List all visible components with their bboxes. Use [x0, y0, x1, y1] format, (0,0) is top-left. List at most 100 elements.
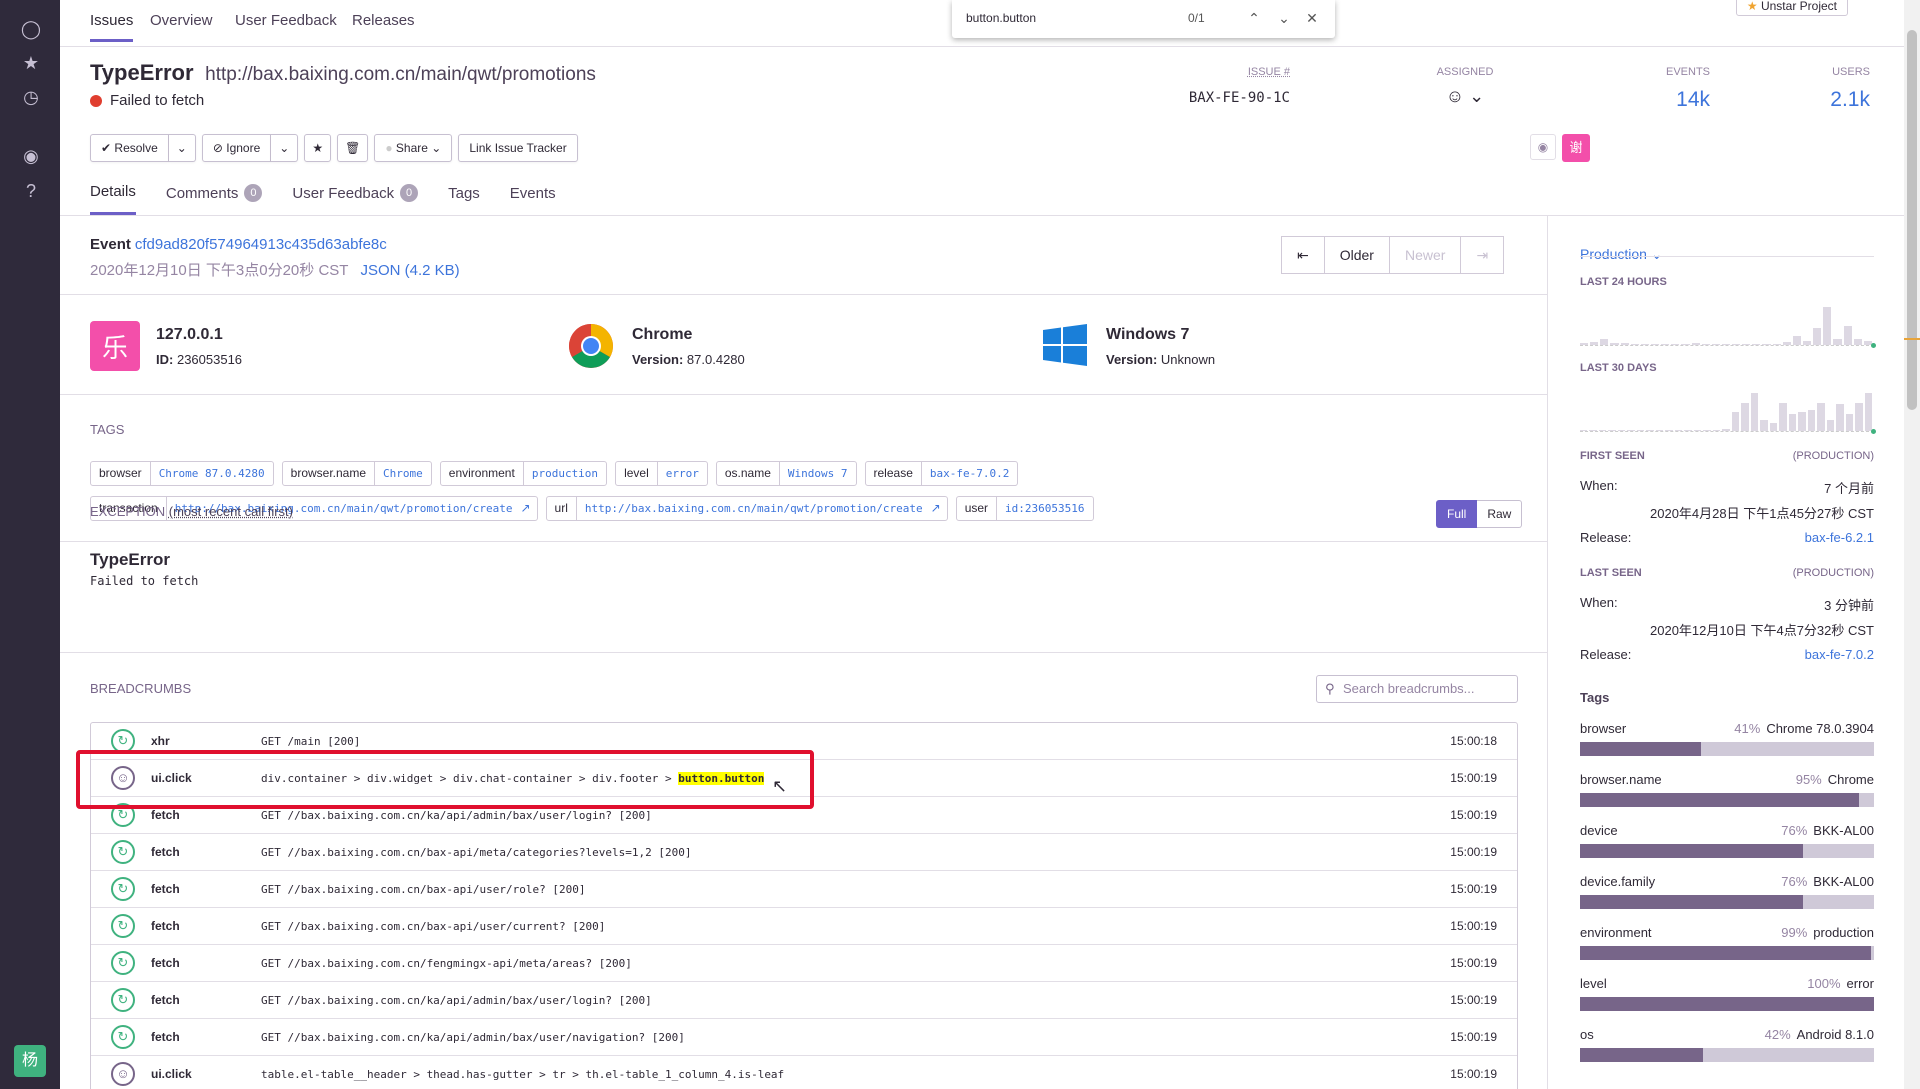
error-dot-icon — [90, 94, 102, 107]
breadcrumb-type: fetch — [151, 919, 180, 933]
tag-pill[interactable]: os.name Windows 7 — [715, 461, 857, 486]
tag-value[interactable]: Chrome — [375, 462, 431, 485]
nav-tab-overview[interactable]: Overview — [150, 12, 213, 39]
help-icon[interactable]: ? — [20, 180, 42, 202]
last-seen-release-link[interactable]: bax-fe-7.0.2 — [1805, 647, 1874, 662]
tag-distribution-item[interactable]: device.family 76% BKK-AL00 — [1580, 874, 1874, 909]
nav-tab-releases[interactable]: Releases — [352, 12, 415, 39]
resolve-dropdown-icon[interactable]: ⌄ — [168, 134, 196, 162]
tag-value[interactable]: production — [524, 462, 606, 485]
assignee-dropdown-icon[interactable]: ☺ ⌄ — [1420, 86, 1510, 107]
scrollbar-thumb[interactable] — [1907, 30, 1917, 410]
tab-user-feedback[interactable]: User Feedback 0 — [292, 183, 419, 215]
older-button[interactable]: Older — [1324, 236, 1390, 274]
external-link-icon[interactable]: ↗ — [931, 497, 947, 520]
tag-distribution-item[interactable]: environment 99% production — [1580, 925, 1874, 960]
exception-order-toggle[interactable]: (most recent call first) — [169, 504, 293, 519]
last-event-icon[interactable]: ⇥ — [1461, 236, 1505, 274]
first-seen-release-link[interactable]: bax-fe-6.2.1 — [1805, 530, 1874, 545]
tag-dist-key: level — [1580, 976, 1607, 991]
bookmark-star-icon[interactable]: ★ — [304, 134, 332, 162]
sparkline-bar — [1691, 343, 1700, 345]
watch-eye-icon[interactable]: ◉ — [1530, 134, 1556, 160]
unstar-project-button[interactable]: ★ Unstar Project — [1735, 0, 1848, 16]
tag-distribution-item[interactable]: device 76% BKK-AL00 — [1580, 823, 1874, 858]
event-json-link[interactable]: JSON (4.2 KB) — [360, 262, 459, 279]
find-input[interactable]: button.button — [966, 11, 1036, 25]
highlight-annotation-box — [76, 750, 814, 809]
os-name: Windows 7 — [1106, 325, 1190, 343]
full-button[interactable]: Full — [1436, 500, 1478, 528]
events-count[interactable]: 14k — [1600, 88, 1710, 112]
tag-pill[interactable]: user id:236053516 — [955, 496, 1094, 521]
clock-icon[interactable]: ◷ — [20, 86, 42, 108]
tab-comments[interactable]: Comments 0 — [166, 183, 263, 215]
external-link-icon[interactable]: ↗ — [520, 497, 536, 520]
tag-value[interactable]: error — [658, 462, 707, 485]
chevron-down-icon: ⌄ — [431, 141, 442, 155]
raw-button[interactable]: Raw — [1477, 500, 1523, 528]
ignore-dropdown-icon[interactable]: ⌄ — [271, 134, 299, 162]
environment-dropdown[interactable]: Production ⌄ — [1580, 246, 1663, 263]
share-button[interactable]: ● Share ⌄ — [374, 134, 453, 162]
scrollbar[interactable] — [1904, 0, 1920, 1089]
link-issue-tracker-button[interactable]: Link Issue Tracker — [458, 134, 578, 162]
globe-icon[interactable]: ◉ — [20, 145, 42, 167]
first-event-icon[interactable]: ⇤ — [1281, 236, 1325, 274]
sparkline-bar — [1855, 402, 1863, 431]
find-prev-icon[interactable]: ⌃ — [1244, 8, 1264, 28]
tag-value[interactable]: bax-fe-7.0.2 — [922, 462, 1017, 485]
tag-pill[interactable]: browser Chrome 87.0.4280 — [90, 461, 274, 486]
tag-pill[interactable]: url http://bax.baixing.com.cn/main/qwt/pr… — [545, 496, 948, 521]
breadcrumb-search-input[interactable]: ⚲ Search breadcrumbs... — [1316, 675, 1518, 703]
sparkline-bar — [1600, 339, 1609, 345]
tag-pill[interactable]: level error — [615, 461, 708, 486]
breadcrumb-type: fetch — [151, 808, 180, 822]
assignee-avatar[interactable]: 谢 — [1562, 134, 1590, 162]
sparkline-bar — [1833, 339, 1842, 345]
exception-message: Failed to fetch — [90, 574, 199, 588]
tag-distribution-item[interactable]: browser 41% Chrome 78.0.3904 — [1580, 721, 1874, 756]
nav-tab-user-feedback[interactable]: User Feedback — [235, 12, 337, 39]
feedback-count-badge: 0 — [400, 184, 419, 202]
breadcrumb-time: 15:00:18 — [1450, 734, 1497, 748]
user-icon[interactable]: ◯ — [20, 18, 42, 40]
tag-distribution-item[interactable]: level 100% error — [1580, 976, 1874, 1011]
os-version: Unknown — [1160, 351, 1216, 367]
users-count[interactable]: 2.1k — [1760, 88, 1870, 112]
events-label: EVENTS — [1665, 66, 1710, 78]
tag-value[interactable]: Windows 7 — [780, 462, 856, 485]
last-24-hours-label: LAST 24 HOURS — [1580, 276, 1667, 288]
tag-pill[interactable]: environment production — [439, 461, 608, 486]
sparkline-bar — [1823, 307, 1832, 345]
tab-tags[interactable]: Tags — [448, 183, 480, 215]
event-id-link[interactable]: cfd9ad820f574964913c435d63abfe8c — [135, 236, 387, 253]
delete-trash-icon[interactable]: 🗑 — [337, 134, 369, 162]
sparkline-bar — [1674, 430, 1683, 431]
user-id-value: 236053516 — [176, 351, 243, 367]
ignore-button[interactable]: ⊘ Ignore — [201, 134, 272, 162]
tag-distribution-item[interactable]: browser.name 95% Chrome — [1580, 772, 1874, 807]
breadcrumb-message-text: GET //bax.baixing.com.cn/ka/api/admin/ba… — [261, 993, 652, 1007]
sparkline-bar — [1742, 344, 1751, 345]
tab-details[interactable]: Details — [90, 183, 136, 215]
tag-pill[interactable]: release bax-fe-7.0.2 — [864, 461, 1019, 486]
find-close-icon[interactable]: ✕ — [1302, 8, 1322, 28]
tag-value[interactable]: http://bax.baixing.com.cn/main/qwt/promo… — [577, 497, 931, 520]
tab-events[interactable]: Events — [510, 183, 556, 215]
user-avatar[interactable]: 杨 — [14, 1045, 46, 1077]
breadcrumb-type: xhr — [151, 734, 170, 748]
nav-tab-issues[interactable]: Issues — [90, 12, 134, 42]
tag-pill[interactable]: browser.name Chrome — [281, 461, 432, 486]
sparkline-bar — [1853, 339, 1862, 345]
resolve-button[interactable]: ✔ Resolve — [90, 134, 169, 162]
find-next-icon[interactable]: ⌄ — [1274, 8, 1294, 28]
newer-button[interactable]: Newer — [1389, 236, 1462, 274]
tag-value[interactable]: id:236053516 — [997, 497, 1092, 520]
star-icon[interactable]: ★ — [20, 52, 42, 74]
sparkline-bar — [1769, 423, 1778, 431]
tag-bars: browser 41% Chrome 78.0.3904 browser.name 95… — [1580, 721, 1874, 1062]
tag-value[interactable]: Chrome 87.0.4280 — [151, 462, 273, 485]
tag-distribution-item[interactable]: os 42% Android 8.1.0 — [1580, 1027, 1874, 1062]
tag-dist-percent: 100% — [1807, 976, 1841, 991]
